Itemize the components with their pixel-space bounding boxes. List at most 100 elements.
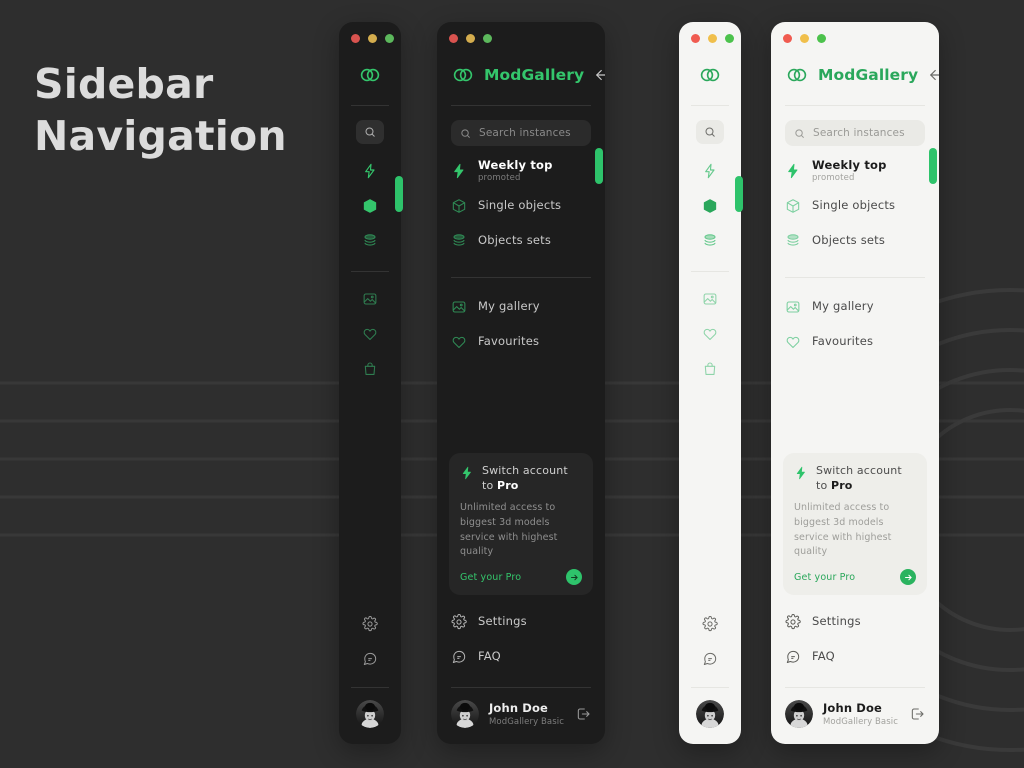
brand-logo-row[interactable] [339, 43, 401, 87]
sidebar-item-settings[interactable]: Settings [451, 609, 591, 635]
sidebar-item-weekly-top[interactable] [679, 156, 741, 186]
page-title-line-2: Navigation [34, 112, 287, 161]
sidebar-item-shop[interactable] [679, 354, 741, 384]
search-icon [365, 127, 375, 137]
pro-card-title-strong: Pro [831, 479, 853, 493]
cube-icon [363, 199, 377, 213]
sidebar-item-favourites[interactable] [679, 319, 741, 349]
sidebar-item-single-objects[interactable] [339, 191, 401, 221]
window-close-dot[interactable] [351, 34, 360, 43]
sidebar-item-settings[interactable] [339, 609, 401, 639]
window-controls [771, 22, 939, 43]
sidebar-item-faq[interactable]: FAQ [451, 644, 591, 670]
sidebar-item-objects-sets[interactable] [679, 226, 741, 256]
image-icon [703, 293, 717, 305]
sidebar-item-weekly-top[interactable] [339, 156, 401, 186]
search-icon [705, 127, 715, 137]
pro-card-cta-row: Get your Pro [460, 569, 582, 585]
brand-logo-row[interactable] [679, 43, 741, 87]
cube-icon [452, 199, 466, 213]
search-input[interactable]: Search instances [785, 120, 925, 146]
user-text: John Doe ModGallery Basic [489, 701, 565, 727]
logout-icon[interactable] [575, 706, 591, 722]
sidebar-item-settings[interactable]: Settings [785, 609, 925, 635]
pro-card-title: Switch account to Pro [482, 464, 582, 494]
sidebar-item-my-gallery[interactable] [679, 284, 741, 314]
heart-icon [363, 328, 377, 340]
search-collapsed-wrap [679, 106, 741, 144]
search-placeholder: Search instances [813, 127, 905, 139]
pro-card-title-prefix: Switch account to [482, 464, 568, 493]
window-minimize-dot[interactable] [800, 34, 809, 43]
arrow-left-icon[interactable] [927, 66, 939, 84]
user-row[interactable]: John Doe ModGallery Basic [785, 700, 925, 728]
overlapping-circles-logo-icon [700, 68, 720, 82]
sidebar-item-objects-sets[interactable]: Objects sets [785, 228, 925, 254]
window-close-dot[interactable] [783, 34, 792, 43]
gear-icon [785, 614, 801, 630]
sidebar-item-my-gallery[interactable]: My gallery [451, 294, 591, 320]
overlapping-circles-logo-icon [453, 68, 473, 82]
window-close-dot[interactable] [449, 34, 458, 43]
user-profile-collapsed[interactable] [339, 688, 401, 744]
sidebar-item-settings[interactable] [679, 609, 741, 639]
user-profile-collapsed[interactable] [679, 688, 741, 744]
sidebar-item-single-objects[interactable] [679, 191, 741, 221]
sidebar-item-weekly-top[interactable]: Weekly top promoted [451, 158, 591, 184]
window-maximize-dot[interactable] [483, 34, 492, 43]
window-maximize-dot[interactable] [385, 34, 394, 43]
user-row[interactable]: John Doe ModGallery Basic [451, 700, 591, 728]
search-icon [795, 128, 804, 138]
window-minimize-dot[interactable] [466, 34, 475, 43]
layers-icon [787, 234, 799, 246]
window-minimize-dot[interactable] [708, 34, 717, 43]
sidebar-item-shop[interactable] [339, 354, 401, 384]
sidebar-item-objects-sets[interactable]: Objects sets [451, 228, 591, 254]
sidebar-item-label: FAQ [812, 649, 835, 664]
page-title-line-1: Sidebar [34, 60, 214, 108]
sidebar-item-single-objects[interactable]: Single objects [785, 193, 925, 219]
nav-secondary: My gallery Favourites [437, 278, 605, 364]
logout-icon[interactable] [909, 706, 925, 722]
search-button[interactable] [356, 120, 384, 144]
window-close-dot[interactable] [691, 34, 700, 43]
search-input[interactable]: Search instances [451, 120, 591, 146]
get-pro-link[interactable]: Get your Pro [794, 572, 855, 583]
image-icon [786, 301, 800, 313]
nav-bottom: Settings FAQ [771, 595, 939, 679]
arrow-left-icon[interactable] [593, 66, 605, 84]
arrow-right-circle-icon[interactable] [900, 569, 916, 585]
window-minimize-dot[interactable] [368, 34, 377, 43]
brand-logo-row[interactable]: ModGallery [771, 43, 939, 87]
brand-logo-row[interactable]: ModGallery [437, 43, 605, 87]
image-icon [452, 301, 466, 313]
pro-card-title-prefix: Switch account to [816, 464, 902, 493]
sidebar-item-label: Objects sets [812, 233, 886, 248]
sidebar-item-label: Weekly top [478, 157, 553, 172]
nav-primary-collapsed [679, 144, 741, 261]
sidebar-item-favourites[interactable]: Favourites [451, 329, 591, 355]
arrow-right-circle-icon[interactable] [566, 569, 582, 585]
gear-icon [362, 616, 378, 632]
nav-primary: Weekly top promoted Single objects Objec… [771, 146, 939, 263]
pro-card-description: Unlimited access to biggest 3d models se… [794, 502, 892, 558]
user-avatar-photo [785, 700, 813, 728]
window-maximize-dot[interactable] [817, 34, 826, 43]
sidebar-item-my-gallery[interactable] [339, 284, 401, 314]
search-button[interactable] [696, 120, 724, 144]
heart-icon [786, 336, 800, 348]
sidebar-item-my-gallery[interactable]: My gallery [785, 294, 925, 320]
sidebar-item-weekly-top[interactable]: Weekly top promoted [785, 158, 925, 184]
heart-icon [452, 336, 466, 348]
sidebar-item-single-objects[interactable]: Single objects [451, 193, 591, 219]
sidebar-item-faq[interactable] [339, 644, 401, 674]
active-indicator-pill [735, 176, 743, 212]
window-maximize-dot[interactable] [725, 34, 734, 43]
sidebar-item-objects-sets[interactable] [339, 226, 401, 256]
sidebar-item-favourites[interactable]: Favourites [785, 329, 925, 355]
sidebar-item-faq[interactable]: FAQ [785, 644, 925, 670]
sidebar-item-faq[interactable] [679, 644, 741, 674]
sidebar-item-favourites[interactable] [339, 319, 401, 349]
gear-icon [702, 616, 718, 632]
get-pro-link[interactable]: Get your Pro [460, 572, 521, 583]
